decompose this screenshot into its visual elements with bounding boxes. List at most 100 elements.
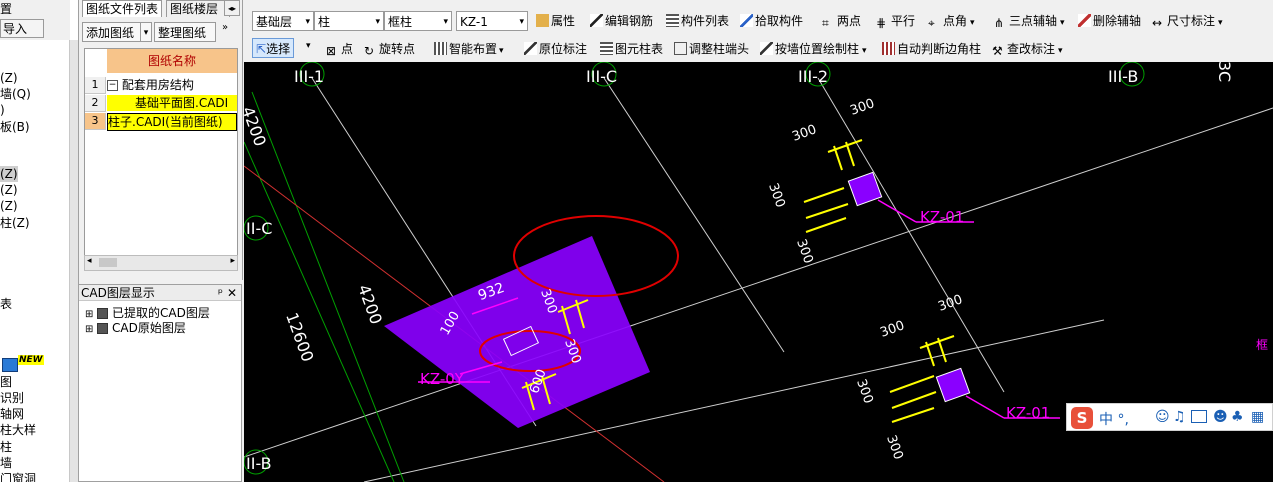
chevron-down-icon[interactable]: ▾ — [499, 46, 504, 56]
annotation-icon — [524, 42, 537, 55]
tree-item-selected[interactable]: (Z) — [0, 166, 18, 182]
column-label[interactable]: KZ-01 — [920, 208, 964, 226]
adjust-column-end-button[interactable]: 调整柱端头 — [674, 39, 749, 59]
checkbox-icon[interactable] — [97, 323, 109, 334]
element-column-table-button[interactable]: 图元柱表 — [600, 39, 663, 59]
checkbox-icon[interactable] — [97, 308, 109, 319]
collapse-icon[interactable]: − — [107, 80, 118, 91]
column-kz01-b[interactable] — [935, 367, 971, 403]
tool-label: 原位标注 — [539, 42, 588, 56]
keyboard-icon[interactable] — [1191, 410, 1207, 423]
chevron-down-icon: ▾ — [443, 17, 448, 27]
properties-button[interactable]: 属性 — [536, 11, 575, 31]
tree-item[interactable]: 识别 — [0, 390, 24, 406]
import-button[interactable]: 导入 — [0, 19, 44, 38]
inplace-annotation-button[interactable]: 原位标注 — [524, 39, 587, 59]
column-label[interactable]: KZ-0Y — [420, 370, 464, 388]
rotate-point-button[interactable]: ↻ 旋转点 — [364, 39, 415, 59]
ime-mode[interactable]: 中 °, — [1099, 409, 1129, 429]
tab-scroll-arrows[interactable]: ◂▸ — [224, 0, 240, 16]
component-select[interactable]: KZ-1 ▾ — [456, 11, 528, 31]
tree-item[interactable]: (Z) — [0, 182, 18, 198]
drawing-name: 柱子.CADI(当前图纸) — [108, 115, 223, 129]
tool-label: 删除辅轴 — [1093, 14, 1142, 28]
smart-layout-icon — [434, 42, 447, 55]
close-icon[interactable]: ✕ — [227, 285, 237, 301]
microphone-icon[interactable]: ♫ — [1173, 409, 1186, 425]
ime-toolbar[interactable]: S 中 °, ☺ ♫ ☻ ♣ ▦ — [1066, 403, 1273, 431]
tree-item[interactable]: (Z) — [0, 198, 18, 214]
chevron-down-icon[interactable]: ▾ — [1058, 46, 1063, 56]
chevron-down-icon[interactable]: ▾ — [306, 41, 311, 51]
chevron-down-icon[interactable]: ▾ — [862, 46, 867, 56]
tree-item[interactable]: 轴网 — [0, 406, 24, 422]
table-row[interactable]: − 配套用房结构 — [107, 77, 237, 93]
horizontal-scrollbar[interactable]: ◂ ▸ — [84, 255, 238, 271]
user-icon[interactable]: ☻ — [1213, 409, 1228, 425]
tree-item[interactable]: 表 — [0, 296, 12, 312]
scroll-thumb[interactable] — [99, 258, 117, 267]
draw-column-by-wall-button[interactable]: 按墙位置绘制柱 ▾ — [760, 39, 867, 59]
tree-item[interactable]: 柱 — [0, 439, 12, 455]
smart-layout-button[interactable]: 智能布置 ▾ — [434, 39, 504, 59]
subtype-select[interactable]: 框柱 ▾ — [384, 11, 452, 31]
tree-item[interactable]: 墙(Q) — [0, 86, 31, 102]
tool-label: 自动判断边角柱 — [897, 42, 982, 56]
cad-layer-panel: CAD图层显示 ᵖ ✕ ⊞ 已提取的CAD图层 ⊞ CAD原始图层 — [78, 284, 242, 482]
pin-icon[interactable]: ᵖ — [218, 285, 223, 301]
check-annotation-button[interactable]: ⚒ 查改标注 ▾ — [992, 39, 1063, 59]
shirt-icon[interactable]: ♣ — [1231, 409, 1244, 425]
tool-label: 编辑钢筋 — [605, 14, 654, 28]
scroll-left-icon[interactable]: ◂ — [87, 256, 92, 266]
type-select[interactable]: 柱 ▾ — [314, 11, 384, 31]
tab-drawing-floor[interactable]: 图纸楼层 — [166, 0, 230, 17]
drawing-table: 图纸名称 1 − 配套用房结构 2 基础平面图.CADI 3 柱子.CADI(当… — [84, 48, 238, 256]
tree-item[interactable]: 柱大样 — [0, 422, 36, 438]
dimension-button[interactable]: ↔ 尺寸标注 ▾ — [1152, 11, 1223, 31]
chevron-down-icon[interactable]: ▾ — [1218, 18, 1223, 28]
edit-rebar-button[interactable]: 编辑钢筋 — [590, 11, 653, 31]
delete-axis-button[interactable]: 删除辅轴 — [1078, 11, 1141, 31]
grid-menu-icon[interactable]: ▦ — [1251, 409, 1264, 425]
type-value: 柱 — [318, 15, 331, 29]
wall-column-icon — [760, 42, 773, 55]
point-angle-button[interactable]: ⌖ 点角 ▾ — [928, 11, 975, 31]
column-header-drawing-name[interactable]: 图纸名称 — [107, 49, 237, 73]
tab-drawing-file-list[interactable]: 图纸文件列表 — [82, 0, 163, 17]
parallel-button[interactable]: ⋕ 平行 — [876, 11, 915, 31]
tree-item[interactable]: (Z) — [0, 70, 18, 86]
pick-component-button[interactable]: 拾取构件 — [740, 11, 803, 31]
tree-item[interactable]: 板(B) — [0, 119, 30, 135]
axis-label: II-B — [246, 454, 272, 473]
auto-corner-column-button[interactable]: 自动判断边角柱 — [882, 39, 981, 59]
chevron-down-icon: ▾ — [375, 17, 380, 27]
column-label[interactable]: KZ-01 — [1006, 404, 1050, 422]
sogou-logo-icon[interactable]: S — [1071, 407, 1093, 429]
chevron-down-icon[interactable]: ▾ — [970, 18, 975, 28]
three-point-axis-button[interactable]: ⋔ 三点辅轴 ▾ — [994, 11, 1065, 31]
table-row-current[interactable]: 柱子.CADI(当前图纸) — [107, 113, 237, 131]
organize-drawings-button[interactable]: 整理图纸 — [154, 22, 216, 42]
floor-select[interactable]: 基础层 ▾ — [252, 11, 314, 31]
emoji-icon[interactable]: ☺ — [1155, 409, 1170, 425]
table-row[interactable]: 基础平面图.CADI — [107, 95, 237, 111]
add-drawing-dropdown-icon[interactable]: ▾ — [140, 22, 152, 42]
tree-item[interactable]: 柱(Z) — [0, 215, 30, 231]
tree-item[interactable]: 墙 — [0, 455, 12, 471]
component-list-button[interactable]: 构件列表 — [666, 11, 729, 31]
tree-item[interactable]: 图 — [0, 374, 12, 390]
select-button[interactable]: ⇱选择 — [252, 38, 295, 58]
layer-item-original[interactable]: ⊞ CAD原始图层 — [85, 319, 186, 336]
tree-item[interactable]: ) — [0, 102, 5, 118]
point-button[interactable]: ⊠ 点 — [326, 39, 353, 59]
tree-item[interactable]: 门窗洞 — [0, 471, 36, 482]
check-annotation-icon: ⚒ — [992, 44, 1003, 58]
expand-icon[interactable]: ⊞ — [85, 324, 93, 335]
chevron-down-icon[interactable]: ▾ — [1060, 18, 1065, 28]
tree-scrollbar[interactable] — [69, 40, 78, 482]
tool-label: 图元柱表 — [615, 42, 664, 56]
tree-toolbar: 置 导入 — [0, 0, 70, 40]
two-point-button[interactable]: ⌗ 两点 — [822, 11, 861, 31]
scroll-right-icon[interactable]: ▸ — [230, 256, 235, 266]
overflow-chevron-icon[interactable]: » — [222, 22, 228, 33]
